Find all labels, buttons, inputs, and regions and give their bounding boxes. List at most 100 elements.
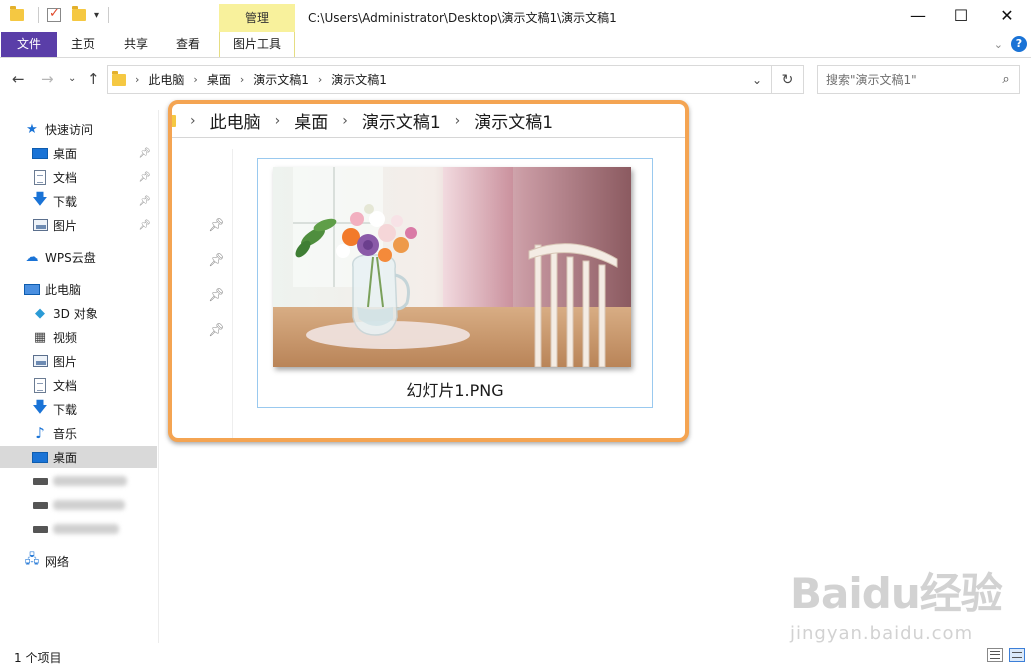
video-icon: ▦ (33, 329, 47, 345)
chevron-down-icon[interactable]: ⌄ (743, 73, 771, 87)
redacted-label (53, 524, 119, 534)
chevron-right-icon: › (190, 112, 196, 129)
tab-home[interactable]: 主页 (62, 32, 104, 57)
sidebar-item-music[interactable]: ♪ 音乐 (32, 422, 77, 444)
pin-icon[interactable]: 📌︎ (208, 288, 225, 323)
sidebar-item-documents-quick[interactable]: 文档 📌︎ (32, 166, 157, 188)
sidebar-item-label: 视频 (53, 330, 78, 345)
arrow-left-icon[interactable]: ← (12, 70, 25, 88)
arrow-up-icon[interactable]: ↑ (87, 70, 100, 88)
crumb-folder-2[interactable]: 演示文稿1 (331, 71, 387, 88)
close-button[interactable]: ✕ (984, 0, 1030, 30)
ribbon-right-controls: ⌄ ? (994, 36, 1027, 52)
download-icon: 🡇 (32, 397, 48, 416)
ribbon-expand-icon[interactable]: ⌄ (994, 38, 1003, 51)
quick-access-toolbar: ▾ (10, 6, 110, 23)
sidebar-item-drive-c[interactable] (32, 470, 127, 492)
network-icon: 🖧 (24, 552, 40, 567)
search-input[interactable] (826, 72, 993, 87)
pin-column: 📌︎ 📌︎ 📌︎ 📌︎ (208, 218, 225, 358)
sidebar-item-label: 文档 (53, 170, 78, 185)
pin-icon[interactable]: 📌︎ (208, 253, 225, 288)
crumb-desktop[interactable]: 桌面 (294, 108, 328, 133)
crumb-this-pc[interactable]: 此电脑 (210, 108, 261, 133)
folder-icon (172, 114, 176, 127)
watermark-url: jingyan.baidu.com (790, 623, 974, 644)
pin-icon[interactable]: 📌︎ (208, 323, 225, 358)
image-thumbnail (273, 167, 631, 367)
sidebar-item-pictures-quick[interactable]: 图片 📌︎ (32, 214, 157, 236)
chevron-right-icon[interactable]: › (240, 73, 244, 86)
download-icon: 🡇 (32, 189, 48, 208)
sidebar-item-label: 下载 (53, 402, 78, 417)
chevron-right-icon[interactable]: › (318, 73, 322, 86)
new-folder-icon[interactable] (72, 6, 86, 21)
help-icon[interactable]: ? (1011, 36, 1027, 52)
navigation-bar: ← → ⌄ ↑ › 此电脑 › 桌面 › 演示文稿1 › 演示文稿1 ⌄ ↻ ⌕ (0, 58, 1031, 100)
cube-icon: ◆ (35, 305, 45, 321)
file-item[interactable]: 幻灯片1.PNG (257, 158, 653, 408)
sidebar-item-downloads-quick[interactable]: 🡇 下载 📌︎ (32, 190, 157, 212)
crumb-desktop[interactable]: 桌面 (207, 71, 231, 88)
sidebar-item-label: 图片 (53, 218, 78, 233)
address-bar[interactable]: › 此电脑 › 桌面 › 演示文稿1 › 演示文稿1 ⌄ (107, 65, 772, 94)
folder-icon (112, 71, 126, 86)
sidebar-item-videos[interactable]: ▦ 视频 (32, 326, 77, 348)
drive-icon (32, 497, 48, 513)
pin-icon[interactable]: 📌︎ (138, 196, 151, 207)
search-icon[interactable]: ⌕ (993, 72, 1019, 87)
window-title: C:\Users\Administrator\Desktop\演示文稿1\演示文… (308, 11, 617, 25)
chevron-right-icon[interactable]: › (135, 73, 139, 86)
minimize-button[interactable]: — (895, 0, 941, 30)
customize-dropdown-icon[interactable]: ▾ (94, 10, 99, 21)
tab-picture-tools[interactable]: 图片工具 (219, 32, 295, 57)
tab-share[interactable]: 共享 (115, 32, 157, 57)
pin-icon[interactable]: 📌︎ (138, 172, 151, 183)
file-name-label: 幻灯片1.PNG (406, 381, 504, 400)
sidebar-item-wps-cloud[interactable]: ☁ WPS云盘 (24, 246, 96, 268)
sidebar-item-documents[interactable]: 文档 (32, 374, 77, 396)
sidebar-item-drive-d[interactable] (32, 494, 125, 516)
sidebar-item-desktop[interactable]: 桌面 (0, 446, 157, 468)
watermark: Baidu经验 jingyan.baidu.com (790, 560, 1010, 644)
recent-dropdown-icon[interactable]: ⌄ (68, 73, 76, 84)
toolbar-separator (38, 7, 39, 23)
ribbon-tabs: 文件 主页 共享 查看 图片工具 ⌄ ? (0, 32, 1031, 58)
music-note-icon: ♪ (35, 424, 45, 442)
pin-icon[interactable]: 📌︎ (138, 220, 151, 231)
pin-icon[interactable]: 📌︎ (208, 218, 225, 253)
crumb-folder-2[interactable]: 演示文稿1 (474, 108, 553, 133)
pin-icon[interactable]: 📌︎ (138, 148, 151, 159)
search-box[interactable]: ⌕ (817, 65, 1020, 94)
details-view-icon[interactable] (987, 648, 1003, 662)
sidebar-item-network[interactable]: 🖧 网络 (24, 550, 69, 572)
pane-divider (232, 149, 233, 438)
panel-breadcrumb: › 此电脑 › 桌面 › 演示文稿1 › 演示文稿1 (172, 104, 685, 138)
status-bar: 1 个项目 (0, 643, 1031, 668)
large-icons-view-icon[interactable] (1009, 648, 1025, 662)
picture-icon (32, 217, 48, 233)
refresh-icon[interactable]: ↻ (772, 65, 804, 94)
properties-icon[interactable] (47, 6, 61, 22)
sidebar-item-label: 音乐 (53, 426, 78, 441)
sidebar-item-3d-objects[interactable]: ◆ 3D 对象 (32, 302, 98, 324)
tab-file[interactable]: 文件 (1, 32, 57, 57)
sidebar-item-quick-access[interactable]: ★ 快速访问 (24, 118, 93, 140)
chevron-right-icon[interactable]: › (193, 73, 197, 86)
crumb-folder-1[interactable]: 演示文稿1 (362, 108, 441, 133)
sidebar-item-downloads[interactable]: 🡇 下载 (32, 398, 77, 420)
sidebar-item-label: 下载 (53, 194, 78, 209)
desktop-icon (32, 145, 48, 161)
sidebar-item-desktop-quick[interactable]: 桌面 📌︎ (32, 142, 157, 164)
sidebar-item-pictures[interactable]: 图片 (32, 350, 77, 372)
sidebar-item-label: 文档 (53, 378, 78, 393)
document-icon (32, 377, 48, 393)
maximize-button[interactable]: ☐ (938, 0, 984, 30)
sidebar-item-label: 图片 (53, 354, 78, 369)
sidebar-item-this-pc[interactable]: 此电脑 (24, 278, 81, 300)
crumb-this-pc[interactable]: 此电脑 (148, 71, 184, 88)
sidebar-item-drive-e[interactable] (32, 518, 119, 540)
crumb-folder-1[interactable]: 演示文稿1 (253, 71, 309, 88)
arrow-right-icon[interactable]: → (41, 70, 54, 88)
tab-view[interactable]: 查看 (167, 32, 209, 57)
